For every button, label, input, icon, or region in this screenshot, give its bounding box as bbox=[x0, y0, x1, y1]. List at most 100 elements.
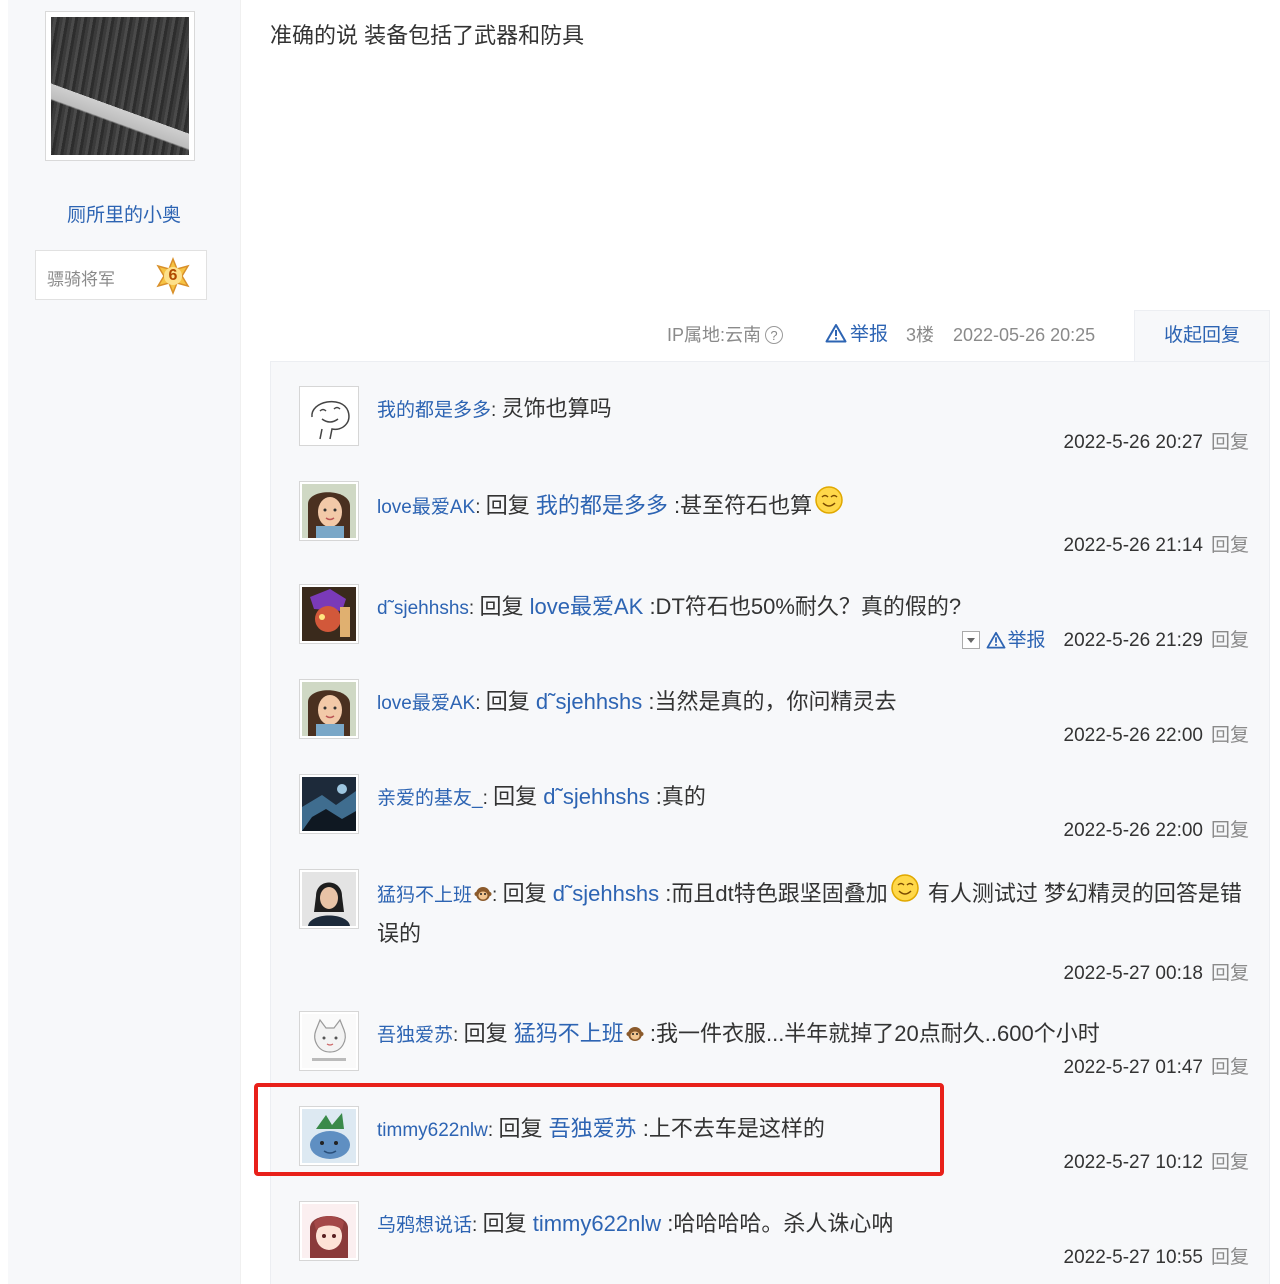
post-content: 准确的说 装备包括了武器和防具 bbox=[270, 23, 585, 48]
monkey-emoji-icon bbox=[626, 1027, 644, 1041]
reply-text: 乌鸦想说话: 回复 timmy622nlw :哈哈哈哈。杀人诛心呐 bbox=[377, 1211, 894, 1236]
help-icon[interactable]: ? bbox=[765, 326, 784, 344]
reply-avatar[interactable] bbox=[299, 1011, 359, 1071]
reply-word: 回复 bbox=[482, 1211, 527, 1236]
reply-button[interactable]: 回复 bbox=[1211, 630, 1249, 651]
cartoon-cat-avatar bbox=[302, 1014, 356, 1068]
reply-time: 2022-5-27 10:55 bbox=[1063, 1247, 1203, 1268]
reply-button[interactable]: 回复 bbox=[1211, 820, 1249, 841]
highlight-box bbox=[254, 1083, 944, 1176]
collapse-replies-button[interactable]: 收起回复 bbox=[1134, 310, 1270, 362]
reply-target-user[interactable]: d˜sjehhshs bbox=[536, 689, 642, 714]
reply-content: :我一件衣服...半年就掉了20点耐久..600个小时 bbox=[649, 1021, 1100, 1046]
reply-button[interactable]: 回复 bbox=[1211, 725, 1249, 746]
author-name-link[interactable]: 厕所里的小奥 bbox=[8, 200, 240, 227]
reply-meta: 举报 2022-5-26 21:29 回复 bbox=[961, 628, 1249, 654]
reply-text: 我的都是多多: 灵饰也算吗 bbox=[377, 396, 612, 421]
smiley-emoji-icon bbox=[890, 874, 919, 902]
reply-text: 吾独爱苏: 回复 猛犸不上班 :我一件衣服...半年就掉了20点耐久..600个… bbox=[377, 1021, 1100, 1046]
reply-button[interactable]: 回复 bbox=[1211, 1247, 1249, 1268]
reply-word: 回复 bbox=[479, 594, 524, 619]
reply-meta: 2022-5-26 22:00 回复 bbox=[1064, 723, 1249, 749]
reply-username[interactable]: 吾独爱苏 bbox=[377, 1025, 453, 1046]
reply-username[interactable]: 亲爱的基友_ bbox=[377, 788, 483, 809]
reply-word: 回复 bbox=[463, 1021, 508, 1046]
report-link[interactable]: 举报 bbox=[825, 320, 888, 350]
collapse-toggle-icon[interactable] bbox=[961, 631, 980, 649]
reply-target-user[interactable]: d˜sjehhshs bbox=[543, 784, 649, 809]
reply-meta: 2022-5-27 10:55 回复 bbox=[1064, 1245, 1249, 1271]
reply-word: 回复 bbox=[485, 689, 530, 714]
reply-word: 回复 bbox=[502, 881, 547, 906]
reply-time: 2022-5-27 00:18 bbox=[1063, 963, 1203, 984]
author-avatar[interactable] bbox=[45, 11, 195, 161]
reply-word: 回复 bbox=[485, 493, 530, 518]
reply-report-label: 举报 bbox=[1007, 630, 1046, 651]
warning-icon bbox=[986, 631, 1005, 649]
reply-content: :真的 bbox=[655, 784, 706, 809]
reply-username[interactable]: love最爱AK bbox=[377, 497, 475, 518]
reply-username[interactable]: love最爱AK bbox=[377, 693, 475, 714]
reply-button[interactable]: 回复 bbox=[1211, 535, 1249, 556]
reply-username[interactable]: d˜sjehhshs bbox=[377, 598, 469, 619]
reply-content: :甚至符石也算 bbox=[674, 493, 813, 518]
person-photo-avatar bbox=[302, 872, 356, 926]
reply-time: 2022-5-27 10:12 bbox=[1063, 1152, 1203, 1173]
reply-avatar[interactable] bbox=[299, 1201, 359, 1261]
author-avatar-image bbox=[51, 17, 189, 155]
reply-meta: 2022-5-26 21:14 回复 bbox=[1064, 533, 1249, 559]
level-title: 骠骑将军 bbox=[47, 270, 115, 289]
reply-target-user[interactable]: love最爱AK bbox=[530, 594, 644, 619]
ip-location: IP属地:云南? bbox=[667, 320, 784, 350]
reply-time: 2022-5-26 21:14 bbox=[1063, 535, 1203, 556]
reply-time: 2022-5-26 22:00 bbox=[1063, 820, 1203, 841]
reply-button[interactable]: 回复 bbox=[1211, 1152, 1249, 1173]
reply-avatar[interactable] bbox=[299, 774, 359, 834]
level-number: 6 bbox=[168, 267, 178, 284]
reply-content: :哈哈哈哈。杀人诛心呐 bbox=[667, 1211, 894, 1236]
reply-time: 2022-5-26 20:27 bbox=[1063, 432, 1203, 453]
reply-time: 2022-5-26 22:00 bbox=[1063, 725, 1203, 746]
level-badge-box[interactable]: 骠骑将军 6 bbox=[35, 250, 207, 300]
level-star-icon: 6 bbox=[154, 256, 192, 296]
reply-target-user[interactable]: 猛犸不上班 bbox=[514, 1021, 624, 1046]
girl-photo-avatar bbox=[302, 484, 356, 538]
reply-avatar[interactable] bbox=[299, 584, 359, 644]
reply-avatar[interactable] bbox=[299, 869, 359, 929]
reply-username[interactable]: 猛犸不上班 bbox=[377, 885, 472, 906]
reply-time: 2022-5-27 01:47 bbox=[1063, 1057, 1203, 1078]
reply-username[interactable]: 乌鸦想说话 bbox=[377, 1215, 472, 1236]
reply-button[interactable]: 回复 bbox=[1211, 1057, 1249, 1078]
monkey-emoji-icon bbox=[474, 887, 492, 901]
report-label: 举报 bbox=[850, 324, 889, 345]
reply-meta: 2022-5-27 01:47 回复 bbox=[1064, 1055, 1249, 1081]
reply-target-user[interactable]: 我的都是多多 bbox=[536, 493, 668, 518]
warning-icon bbox=[825, 324, 847, 343]
reply-button[interactable]: 回复 bbox=[1211, 963, 1249, 984]
girl-photo-avatar bbox=[302, 682, 356, 736]
reply-text: love最爱AK: 回复 d˜sjehhshs :当然是真的，你问精灵去 bbox=[377, 689, 897, 714]
reply-avatar[interactable] bbox=[299, 481, 359, 541]
reply-meta: 2022-5-27 10:12 回复 bbox=[1064, 1150, 1249, 1176]
reply-target-user[interactable]: timmy622nlw bbox=[533, 1211, 661, 1236]
reply-word: 回复 bbox=[493, 784, 538, 809]
reply-username[interactable]: 我的都是多多 bbox=[377, 400, 491, 421]
reply-content: :当然是真的，你问精灵去 bbox=[648, 689, 897, 714]
reply-text: 亲爱的基友_: 回复 d˜sjehhshs :真的 bbox=[377, 784, 706, 809]
anime-girl-avatar bbox=[302, 1204, 356, 1258]
reply-text: d˜sjehhshs: 回复 love最爱AK :DT符石也50%耐久？真的假的… bbox=[377, 594, 962, 619]
post-time: 2022-05-26 20:25 bbox=[953, 325, 1096, 345]
smiley-emoji-icon bbox=[815, 486, 843, 514]
reply-report-link[interactable]: 举报 bbox=[986, 630, 1046, 651]
floor-number: 3楼 bbox=[906, 325, 935, 345]
reply-content: :DT符石也50%耐久？真的假的? bbox=[649, 594, 962, 619]
reply-avatar[interactable] bbox=[299, 679, 359, 739]
reply-meta: 2022-5-26 22:00 回复 bbox=[1064, 818, 1249, 844]
reply-avatar[interactable] bbox=[299, 386, 359, 446]
ip-location-text: IP属地:云南 bbox=[667, 325, 762, 345]
reply-target-user[interactable]: d˜sjehhshs bbox=[553, 881, 659, 906]
reply-time: 2022-5-26 21:29 bbox=[1063, 630, 1203, 651]
dark-scene-avatar bbox=[302, 777, 356, 831]
reply-button[interactable]: 回复 bbox=[1211, 432, 1249, 453]
reply-content: 灵饰也算吗 bbox=[501, 396, 612, 421]
